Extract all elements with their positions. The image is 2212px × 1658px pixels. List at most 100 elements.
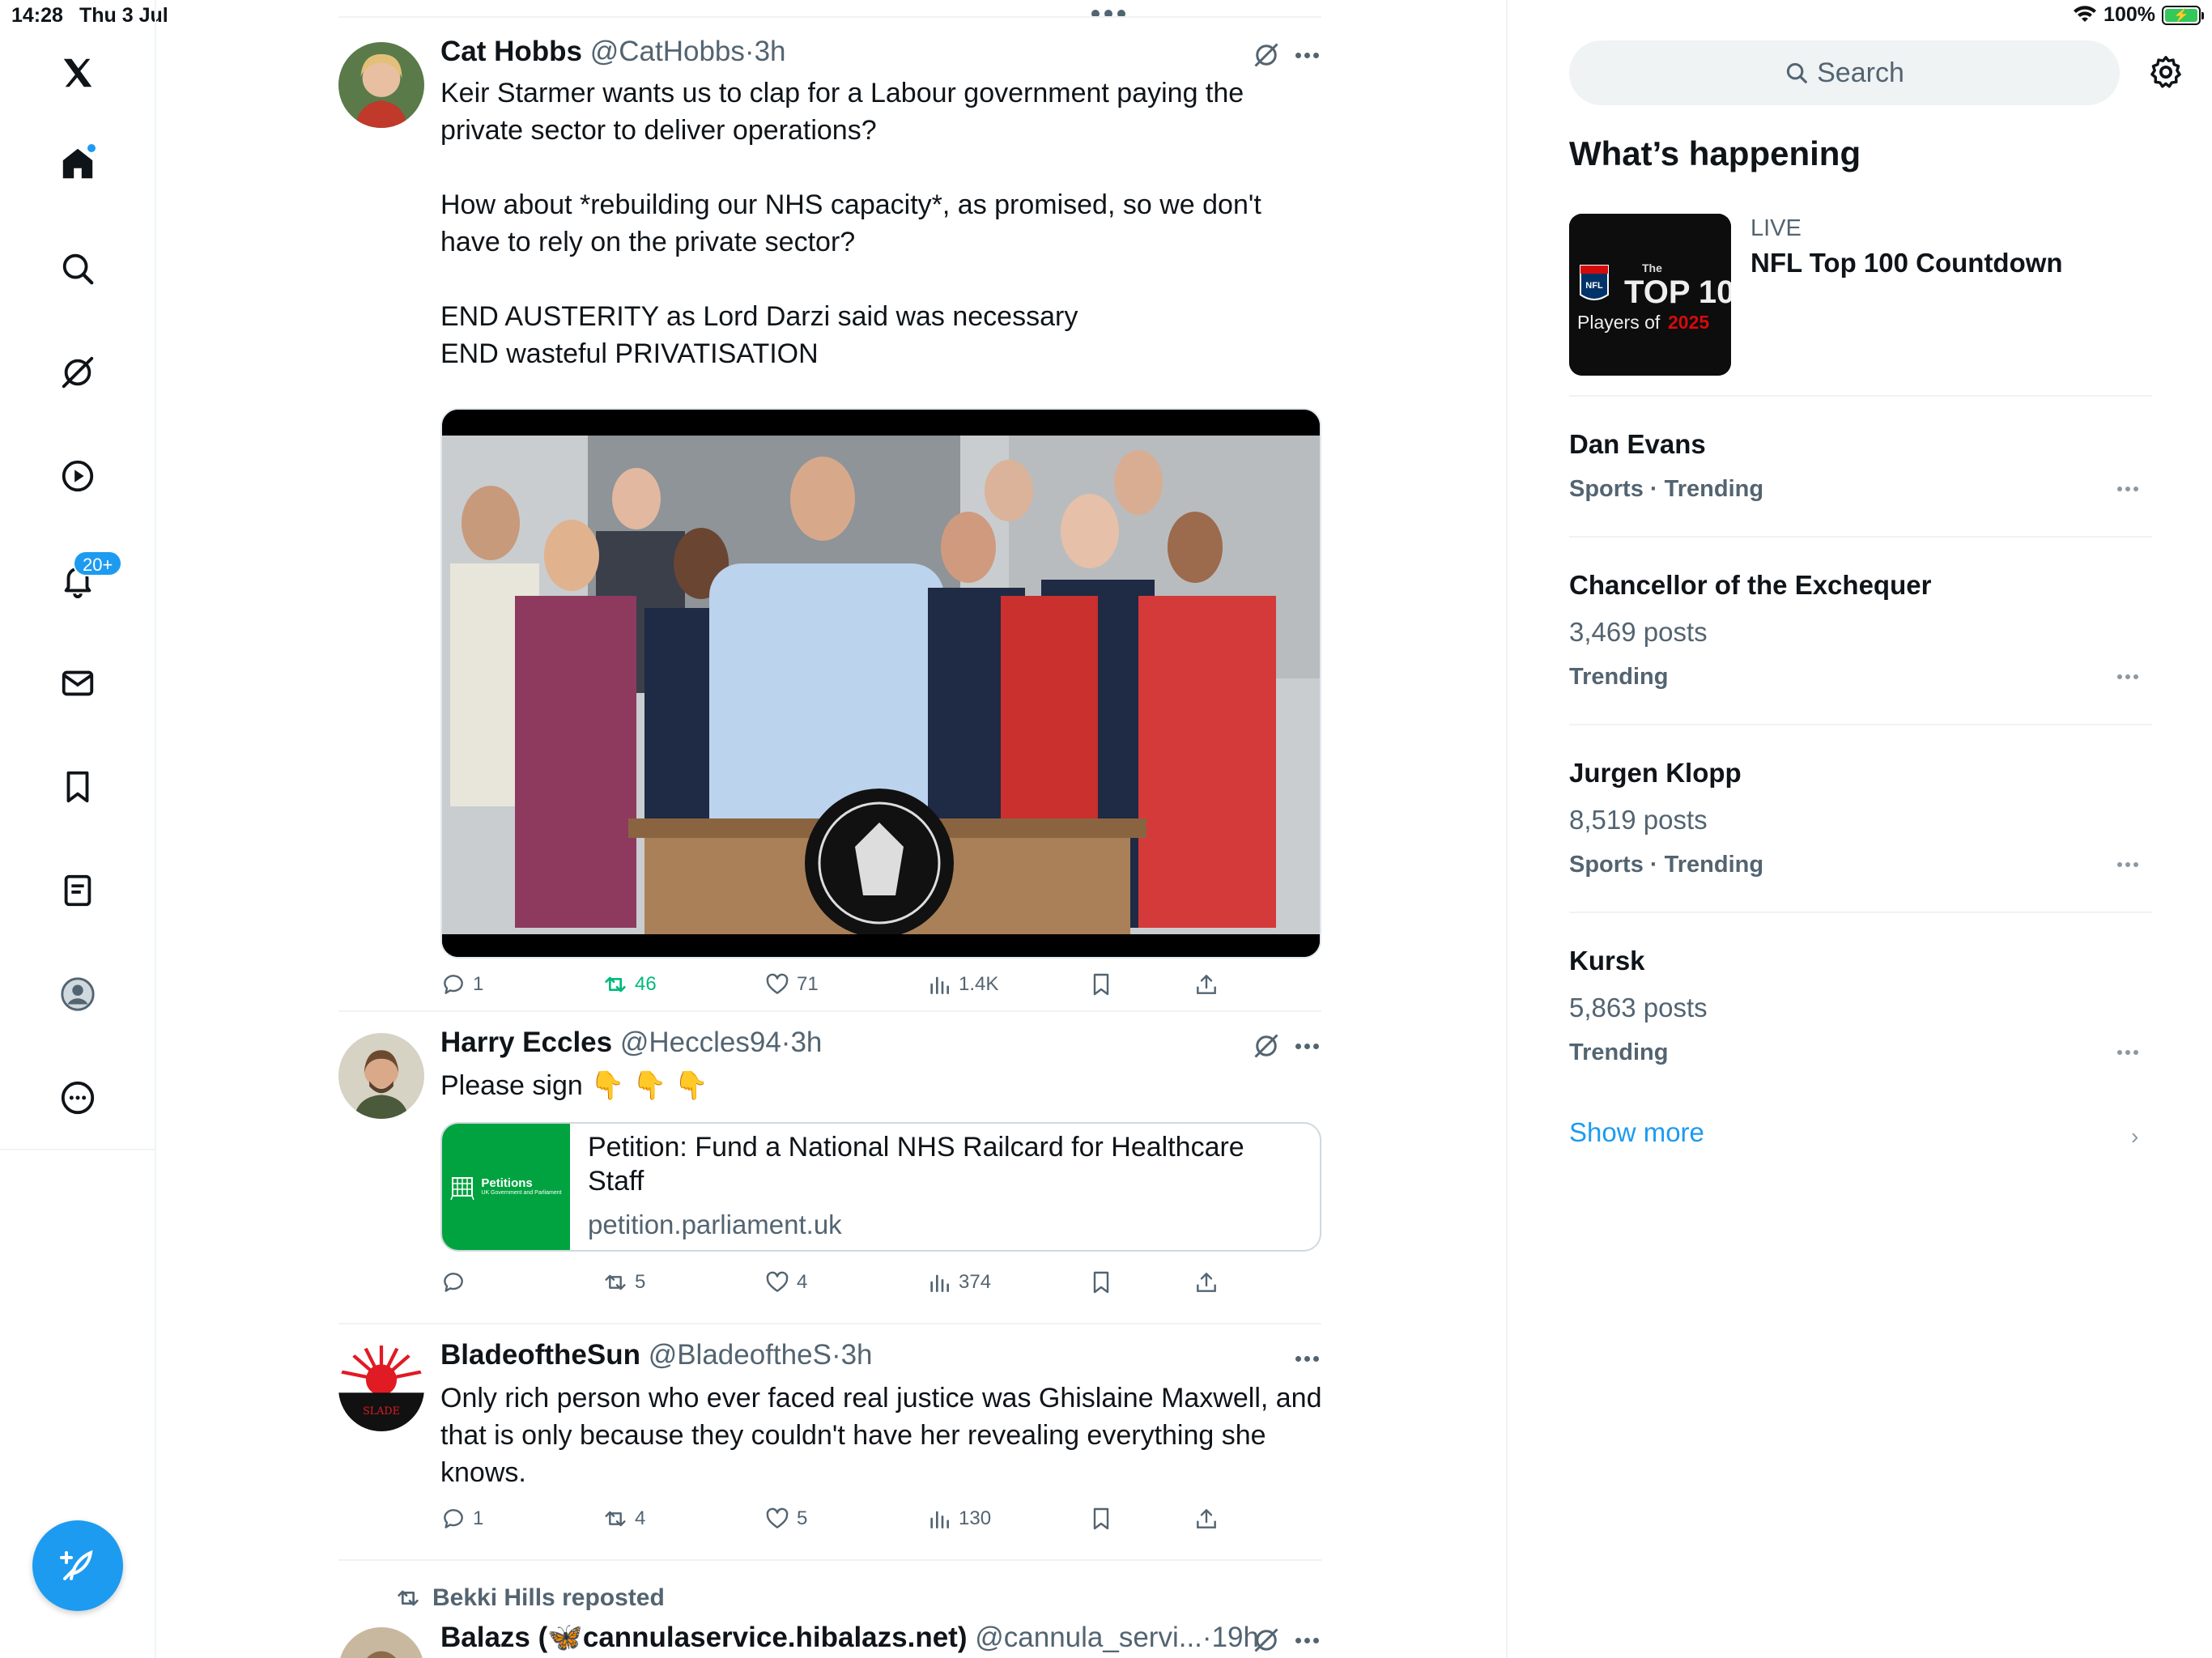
reply-button[interactable]	[440, 1269, 473, 1295]
reply-icon	[444, 1273, 463, 1292]
tweet-header: Harry Eccles @Heccles94·3h	[440, 1027, 822, 1059]
reply-button[interactable]: 1	[440, 1506, 483, 1532]
grok-icon[interactable]	[53, 348, 102, 397]
share-button[interactable]	[1193, 1506, 1219, 1532]
author-handle[interactable]: @CatHobbs	[590, 36, 745, 67]
like-button[interactable]: 5	[764, 1506, 807, 1532]
author-handle[interactable]: @BladeoftheS	[649, 1339, 832, 1371]
compose-feather-icon	[60, 1550, 93, 1580]
tweet-actions: 5 4 374	[440, 1269, 1250, 1302]
tweet-text: Keir Starmer wants us to clap for a Labo…	[440, 78, 1261, 369]
trend-more-icon[interactable]	[2112, 1044, 2144, 1061]
more-options-icon[interactable]	[1291, 1626, 1323, 1655]
reposted-by-text[interactable]: Bekki Hills reposted	[432, 1584, 665, 1612]
notifications-badge: 20+	[73, 551, 123, 576]
more-options-icon[interactable]	[1291, 40, 1323, 70]
tweet-time[interactable]: 3h	[790, 1027, 822, 1058]
views-button[interactable]: 374	[926, 1269, 991, 1295]
svg-text:2025: 2025	[1668, 312, 1709, 333]
tweet-card[interactable]: Harry Eccles @Heccles94·3h Please sign 👇…	[338, 1012, 1321, 1324]
tweet-header: Balazs (🦋cannulaservice.hibalazs.net) @c…	[440, 1621, 1259, 1654]
avatar[interactable]	[338, 1627, 424, 1658]
tweet-media-video[interactable]	[440, 408, 1321, 959]
author-handle[interactable]: @cannula_servi...	[975, 1622, 1202, 1653]
author-name[interactable]: Balazs (🦋cannulaservice.hibalazs.net)	[440, 1622, 968, 1653]
profile-avatar-icon[interactable]	[53, 970, 102, 1018]
repost-button[interactable]: 46	[602, 971, 657, 997]
repost-button[interactable]: 4	[602, 1506, 645, 1532]
bookmark-button[interactable]	[1088, 1506, 1114, 1532]
home-icon[interactable]	[53, 139, 102, 188]
link-card[interactable]: Petitions UK Government and Parliament P…	[440, 1122, 1321, 1252]
views-button[interactable]: 1.4K	[926, 971, 998, 997]
repost-count: 5	[635, 1271, 646, 1293]
views-count: 1.4K	[959, 973, 999, 995]
grok-icon[interactable]	[1252, 1626, 1281, 1655]
heart-icon	[766, 1271, 789, 1292]
tweet-time[interactable]: 3h	[841, 1339, 873, 1371]
tweet-card[interactable]: Bekki Hills reposted Balazs (🦋cannulaser…	[338, 1561, 1321, 1658]
more-options-icon[interactable]	[1291, 1031, 1323, 1061]
dot-separator: ·	[831, 1339, 841, 1371]
search-icon	[1787, 62, 1807, 83]
reply-icon	[444, 975, 463, 994]
bookmark-button[interactable]	[1088, 1269, 1114, 1295]
tweet-actions: 1 46 71 1.4K	[440, 971, 1250, 1004]
share-button[interactable]	[1193, 1269, 1219, 1295]
trend-name[interactable]: Chancellor of the Exchequer	[1569, 570, 1931, 601]
notifications-icon[interactable]: 20+	[53, 551, 123, 604]
reply-button[interactable]: 1	[440, 971, 483, 997]
link-card-title: Petition: Fund a National NHS Railcard f…	[588, 1132, 1244, 1197]
like-button[interactable]: 4	[764, 1269, 807, 1295]
repost-button[interactable]: 5	[602, 1269, 645, 1295]
tweet-card[interactable]: SLADE BladeoftheSun @BladeoftheS·3h Only…	[338, 1324, 1323, 1561]
trend-more-icon[interactable]	[2112, 857, 2144, 873]
heart-icon	[766, 1507, 789, 1528]
show-more-link[interactable]: Show more	[1569, 1117, 1704, 1148]
grok-icon[interactable]	[1252, 1031, 1281, 1061]
more-options-icon[interactable]	[53, 1073, 102, 1122]
bookmark-button[interactable]	[1088, 971, 1114, 997]
views-button[interactable]: 130	[926, 1506, 991, 1532]
bookmarks-icon[interactable]	[53, 763, 102, 811]
like-button[interactable]: 71	[764, 971, 819, 997]
lists-icon[interactable]	[53, 866, 102, 915]
trend-more-icon[interactable]	[2112, 669, 2144, 685]
search-icon[interactable]	[53, 244, 102, 293]
heart-icon	[766, 973, 789, 994]
trend-separator	[1569, 395, 2152, 397]
views-count: 374	[959, 1271, 992, 1293]
share-button[interactable]	[1193, 971, 1219, 997]
x-logo-icon[interactable]	[53, 49, 102, 97]
share-icon	[1197, 1509, 1216, 1528]
video-icon[interactable]	[53, 452, 102, 500]
compose-button[interactable]	[32, 1520, 123, 1611]
author-name[interactable]: Harry Eccles	[440, 1027, 612, 1058]
reposted-by-line: Bekki Hills reposted	[395, 1584, 665, 1612]
bookmark-icon	[1093, 973, 1109, 996]
search-input[interactable]: Search	[1569, 40, 2120, 105]
live-event-title[interactable]: NFL Top 100 Countdown	[1750, 248, 2063, 278]
tweet-card[interactable]: Cat Hobbs @CatHobbs·3h Keir Starmer want…	[338, 18, 1321, 1012]
author-name[interactable]: Cat Hobbs	[440, 36, 582, 67]
avatar[interactable]	[338, 42, 424, 128]
avatar[interactable]	[338, 1033, 424, 1119]
views-chart-icon	[930, 1511, 949, 1528]
avatar[interactable]: SLADE	[338, 1346, 424, 1431]
more-options-icon[interactable]	[1291, 1344, 1323, 1373]
whats-happening-heading: What’s happening	[1569, 134, 1861, 172]
grok-icon[interactable]	[1252, 40, 1281, 70]
trend-more-icon[interactable]	[2112, 481, 2144, 497]
live-event-thumbnail[interactable]: NFL The TOP 100 Players of 2025	[1569, 214, 1731, 376]
tweet-text: Please sign 👇 👇 👇	[440, 1070, 709, 1101]
author-handle[interactable]: @Heccles94	[620, 1027, 781, 1058]
settings-gear-icon[interactable]	[2147, 53, 2184, 91]
trend-name[interactable]: Dan Evans	[1569, 429, 1706, 460]
trend-name[interactable]: Kursk	[1569, 946, 1645, 976]
press-conference-video-still	[442, 410, 1320, 957]
tweet-time[interactable]: 3h	[755, 36, 786, 67]
author-name[interactable]: BladeoftheSun	[440, 1339, 640, 1371]
views-chart-icon	[930, 1274, 949, 1292]
messages-icon[interactable]	[53, 659, 102, 708]
trend-name[interactable]: Jurgen Klopp	[1569, 758, 1742, 789]
